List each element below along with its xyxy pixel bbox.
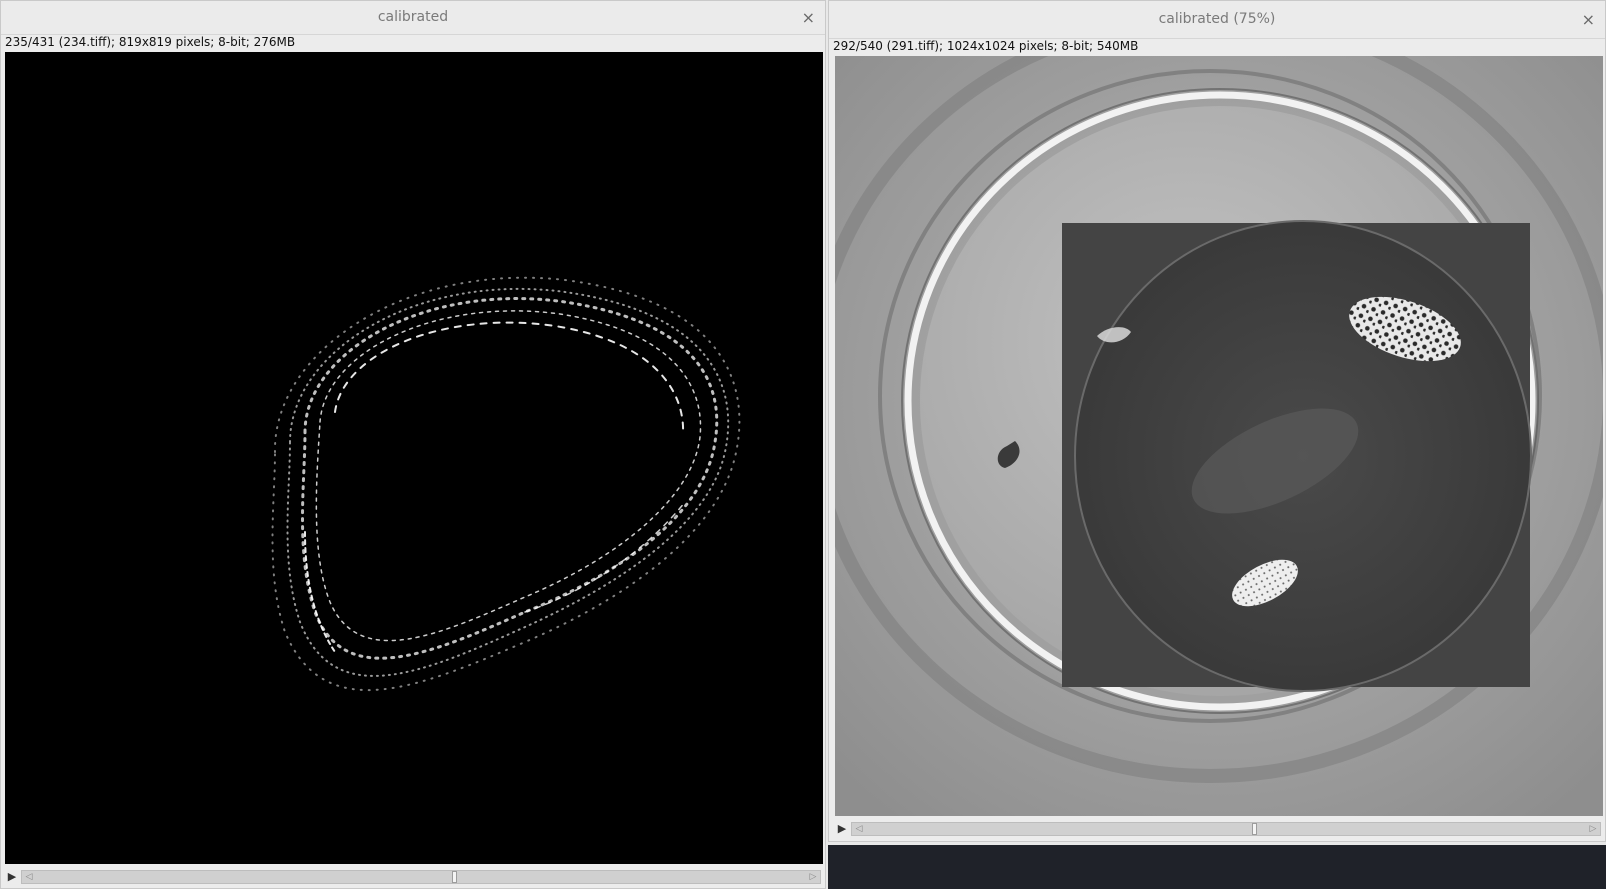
close-icon[interactable]: × — [1582, 1, 1595, 38]
ct-slice-image — [835, 56, 1603, 816]
slice-scrollbar-row[interactable]: ▶ ◁ ▷ — [835, 820, 1601, 838]
image-canvas[interactable] — [5, 52, 823, 864]
play-icon[interactable]: ▶ — [835, 820, 849, 838]
slice-scrollbar[interactable]: ◁ ▷ — [21, 870, 821, 884]
image-info-status: 235/431 (234.tiff); 819x819 pixels; 8-bi… — [5, 35, 296, 49]
title-bar[interactable]: calibrated (75%) × — [829, 1, 1605, 39]
background-strip — [828, 845, 1606, 889]
close-icon[interactable]: × — [802, 1, 815, 34]
title-bar[interactable]: calibrated × — [1, 1, 825, 35]
scroll-right-arrow-icon[interactable]: ▷ — [1586, 823, 1600, 835]
window-title: calibrated — [377, 9, 449, 25]
image-info-status: 292/540 (291.tiff); 1024x1024 pixels; 8-… — [833, 39, 1139, 53]
window-title: calibrated (75%) — [1158, 11, 1276, 27]
image-window-right[interactable]: calibrated (75%) × 292/540 (291.tiff); 1… — [828, 0, 1606, 842]
slice-scrollbar[interactable]: ◁ ▷ — [851, 822, 1601, 836]
image-window-left[interactable]: calibrated × 235/431 (234.tiff); 819x819… — [0, 0, 826, 889]
slice-scrollbar-row[interactable]: ▶ ◁ ▷ — [5, 868, 821, 886]
image-canvas[interactable] — [835, 56, 1603, 816]
scrollbar-thumb[interactable] — [1252, 823, 1258, 835]
scroll-right-arrow-icon[interactable]: ▷ — [806, 871, 820, 883]
ct-slice-image — [5, 52, 823, 864]
scroll-left-arrow-icon[interactable]: ◁ — [852, 823, 866, 835]
scroll-left-arrow-icon[interactable]: ◁ — [22, 871, 36, 883]
play-icon[interactable]: ▶ — [5, 868, 19, 886]
scrollbar-thumb[interactable] — [452, 871, 458, 883]
